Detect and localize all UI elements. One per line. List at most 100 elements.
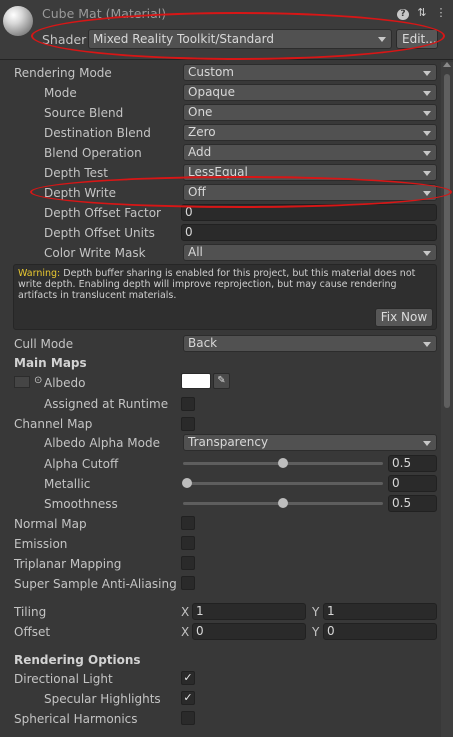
presets-icon[interactable]: ⇅ (416, 6, 428, 20)
chevron-down-icon (423, 251, 431, 256)
channel-map-label: Channel Map (14, 417, 93, 431)
depth-write-value: Off (188, 185, 206, 199)
destination-blend-label: Destination Blend (44, 126, 151, 140)
triplanar-mapping-checkbox[interactable] (181, 556, 195, 570)
spherical-harmonics-checkbox[interactable] (181, 711, 195, 725)
normal-map-label: Normal Map (14, 517, 87, 531)
scroll-up-arrow-icon[interactable] (443, 62, 451, 67)
chevron-down-icon (423, 342, 431, 347)
depth-offset-units-input[interactable]: 0 (181, 224, 437, 241)
source-blend-dropdown[interactable]: One (183, 104, 437, 121)
directional-light-checkbox[interactable]: ✓ (181, 671, 195, 685)
depth-test-dropdown[interactable]: LessEqual (183, 164, 437, 181)
cull-mode-dropdown[interactable]: Back (183, 335, 437, 352)
cull-mode-value: Back (188, 336, 218, 350)
smoothness-label: Smoothness (44, 497, 118, 511)
channel-map-checkbox[interactable] (181, 417, 195, 431)
shader-value: Mixed Reality Toolkit/Standard (93, 32, 274, 46)
tiling-y-input[interactable]: 1 (323, 603, 437, 620)
rendering-mode-value: Custom (188, 65, 234, 79)
assigned-at-runtime-checkbox[interactable] (181, 397, 195, 411)
albedo-alpha-mode-label: Albedo Alpha Mode (44, 436, 160, 450)
fix-now-button[interactable]: Fix Now (375, 308, 433, 327)
emission-label: Emission (14, 537, 68, 551)
chevron-down-icon (423, 131, 431, 136)
metallic-slider[interactable] (183, 482, 383, 485)
offset-x-input[interactable]: 0 (192, 623, 306, 640)
assigned-at-runtime-label: Assigned at Runtime (44, 397, 169, 411)
specular-highlights-checkbox[interactable]: ✓ (181, 691, 195, 705)
destination-blend-value: Zero (188, 125, 216, 139)
smoothness-input[interactable]: 0.5 (388, 495, 437, 512)
ssaa-checkbox[interactable] (181, 576, 195, 590)
normal-map-checkbox[interactable] (181, 516, 195, 530)
eyedropper-icon[interactable]: ✎ (213, 373, 230, 389)
emission-checkbox[interactable] (181, 536, 195, 550)
tiling-y-label: Y (312, 605, 320, 619)
blend-operation-dropdown[interactable]: Add (183, 144, 437, 161)
material-preview-sphere (3, 6, 33, 36)
chevron-down-icon (378, 37, 386, 42)
spherical-harmonics-label: Spherical Harmonics (14, 712, 138, 726)
chevron-down-icon (423, 91, 431, 96)
directional-light-label: Directional Light (14, 672, 113, 686)
tiling-label: Tiling (14, 605, 47, 619)
triplanar-mapping-label: Triplanar Mapping (14, 557, 122, 571)
more-icon[interactable]: ⋮ (435, 6, 447, 20)
chevron-down-icon (423, 151, 431, 156)
albedo-label: Albedo (44, 376, 86, 390)
tiling-x-input[interactable]: 1 (192, 603, 306, 620)
help-icon[interactable]: ? (397, 6, 409, 20)
offset-y-input[interactable]: 0 (323, 623, 437, 640)
depth-offset-units-label: Depth Offset Units (44, 226, 155, 240)
alpha-cutoff-label: Alpha Cutoff (44, 457, 119, 471)
depth-test-value: LessEqual (188, 165, 248, 179)
albedo-color-swatch[interactable] (181, 373, 211, 389)
source-blend-value: One (188, 105, 213, 119)
tiling-x-label: X (181, 605, 190, 619)
material-title: Cube Mat (Material) (42, 6, 167, 21)
depth-offset-factor-label: Depth Offset Factor (44, 206, 161, 220)
material-header: Cube Mat (Material) ? ⇅ ⋮ Shader Mixed R… (0, 0, 453, 60)
warning-prefix: Warning: (18, 268, 61, 279)
chevron-down-icon (423, 111, 431, 116)
albedo-alpha-mode-dropdown[interactable]: Transparency (183, 434, 437, 451)
depth-test-label: Depth Test (44, 166, 108, 180)
warning-text: Depth buffer sharing is enabled for this… (18, 268, 416, 301)
alpha-cutoff-slider-thumb[interactable] (278, 458, 288, 468)
mode-label: Mode (44, 86, 77, 100)
alpha-cutoff-input[interactable]: 0.5 (388, 455, 437, 472)
checkmark-icon: ✓ (183, 691, 193, 704)
smoothness-slider-thumb[interactable] (278, 498, 288, 508)
metallic-slider-thumb[interactable] (182, 478, 192, 488)
blend-operation-label: Blend Operation (44, 146, 142, 160)
edit-shader-button[interactable]: Edit... (396, 29, 438, 49)
source-blend-label: Source Blend (44, 106, 124, 120)
chevron-down-icon (423, 71, 431, 76)
shader-dropdown[interactable]: Mixed Reality Toolkit/Standard (88, 29, 392, 49)
metallic-input[interactable]: 0 (388, 475, 437, 492)
depth-write-label: Depth Write (44, 186, 117, 200)
ssaa-label: Super Sample Anti-Aliasing (14, 577, 177, 591)
main-maps-heading: Main Maps (14, 356, 87, 370)
rendering-mode-label: Rendering Mode (14, 66, 112, 80)
rendering-options-heading: Rendering Options (14, 653, 141, 667)
depth-warning-box: Warning: Depth buffer sharing is enabled… (13, 264, 437, 330)
mode-dropdown[interactable]: Opaque (183, 84, 437, 101)
shader-label: Shader (42, 32, 87, 47)
chevron-down-icon (423, 171, 431, 176)
albedo-texture-slot[interactable] (14, 376, 30, 388)
rendering-mode-dropdown[interactable]: Custom (183, 64, 437, 81)
color-write-mask-label: Color Write Mask (44, 246, 146, 260)
offset-x-label: X (181, 625, 190, 639)
checkmark-icon: ✓ (183, 671, 193, 684)
destination-blend-dropdown[interactable]: Zero (183, 124, 437, 141)
depth-write-dropdown[interactable]: Off (183, 184, 437, 201)
color-write-mask-dropdown[interactable]: All (183, 244, 437, 261)
depth-offset-factor-input[interactable]: 0 (181, 204, 437, 221)
mode-value: Opaque (188, 85, 236, 99)
chevron-down-icon (423, 191, 431, 196)
header-icons: ? ⇅ ⋮ (397, 6, 447, 20)
scrollbar-thumb[interactable] (444, 74, 450, 408)
texture-picker-icon[interactable]: ⊙ (34, 375, 42, 386)
